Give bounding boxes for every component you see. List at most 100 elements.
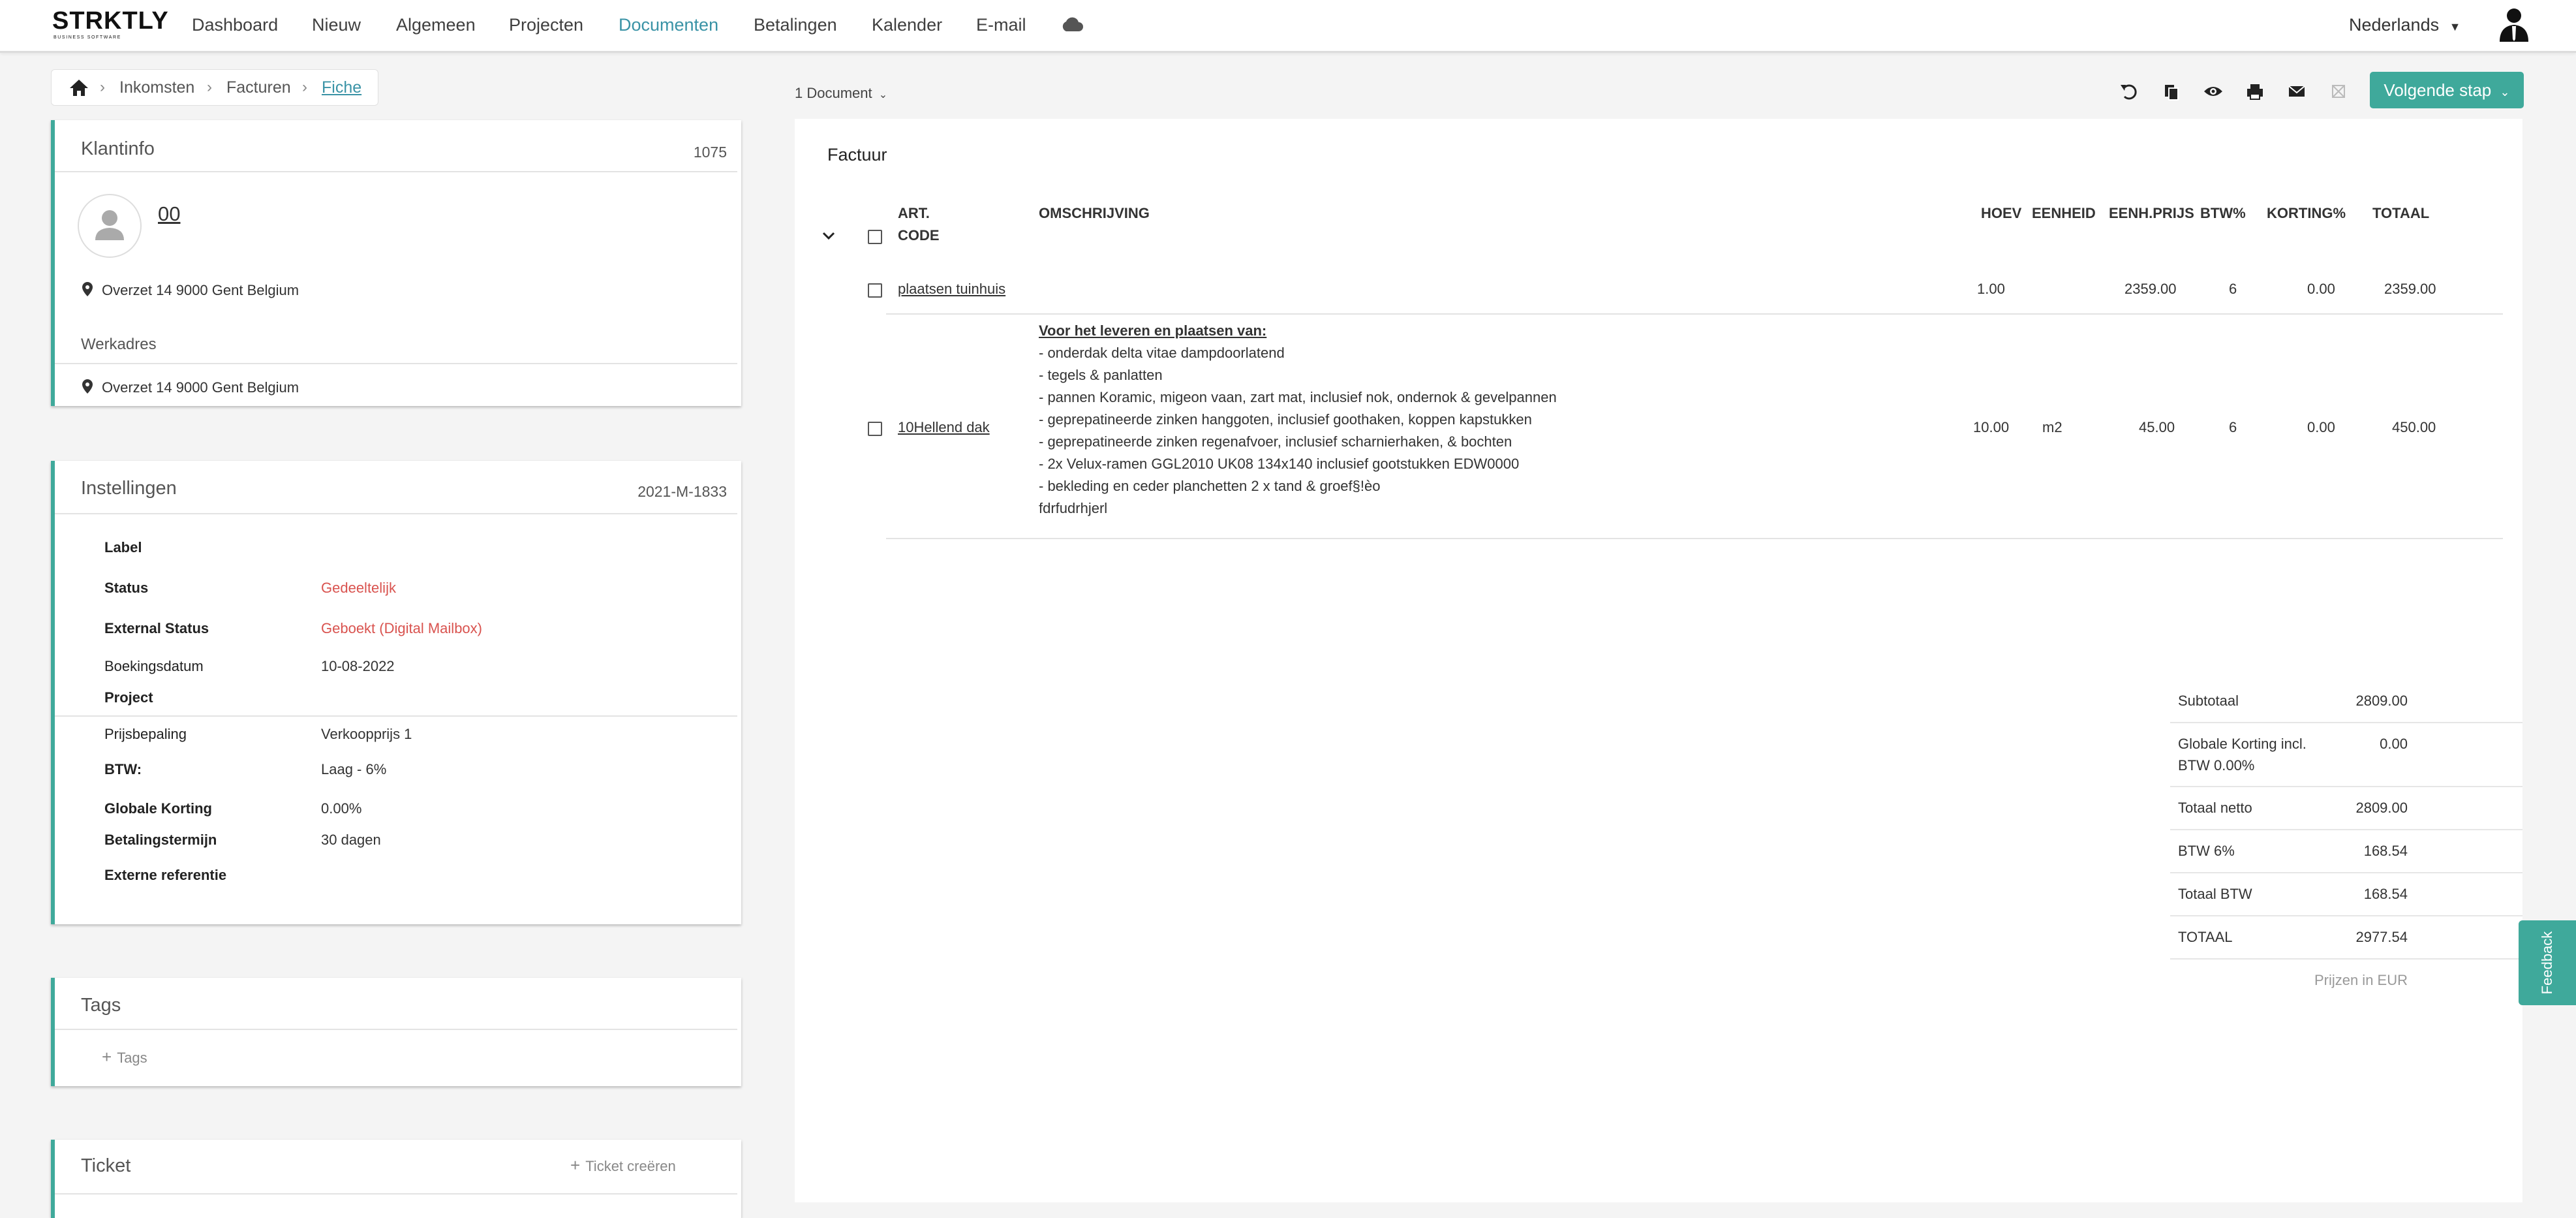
tags-title: Tags (81, 995, 121, 1016)
next-step-label: Volgende stap (2384, 80, 2492, 100)
breadcrumb-inkomsten[interactable]: Inkomsten (119, 78, 194, 97)
document-select-label: 1 Document (795, 85, 872, 101)
nav-algemeen[interactable]: Algemeen (396, 13, 476, 37)
korting-value: 0.00 (2380, 736, 2408, 752)
divider (2170, 915, 2522, 916)
korting-label-line2: BTW 0.00% (2178, 757, 2255, 773)
invoice-title: Factuur (827, 145, 887, 164)
nav-nieuw[interactable]: Nieuw (312, 13, 361, 37)
line-unit[interactable]: m2 (2042, 418, 2062, 437)
werkadres-address: Overzet 14 9000 Gent Belgium (102, 379, 299, 396)
setting-boekingsdatum-label: Boekingsdatum (104, 658, 204, 674)
chevron-down-icon: ⌄ (2500, 86, 2510, 99)
klantinfo-title: Klantinfo (81, 138, 155, 159)
line-vat[interactable]: 6 (2229, 418, 2237, 437)
add-tag-button[interactable]: + Tags (102, 1047, 147, 1067)
plus-icon: + (102, 1047, 112, 1067)
create-ticket-button[interactable]: + Ticket creëren (570, 1155, 676, 1176)
external-status-value[interactable]: Geboekt (Digital Mailbox) (321, 620, 482, 637)
setting-status-label: Status (104, 580, 149, 596)
line-unit-price[interactable]: 2359.00 (2124, 279, 2177, 299)
add-tag-label: Tags (117, 1050, 147, 1066)
create-ticket-label: Ticket creëren (585, 1158, 676, 1174)
prijsbepaling-value[interactable]: Verkoopprijs 1 (321, 726, 412, 743)
customer-avatar-icon (78, 194, 142, 258)
nav-documenten[interactable]: Documenten (619, 13, 718, 37)
line-description-line[interactable]: - bekleding en ceder planchetten 2 x tan… (1039, 475, 1380, 497)
select-all-checkbox[interactable] (868, 230, 882, 244)
invoice-number: 2021-M-1833 (637, 483, 727, 500)
line-qty[interactable]: 1.00 (1977, 279, 2005, 299)
col-unit-price: EENH.PRIJS (2109, 205, 2194, 221)
tags-panel: Tags + Tags (51, 978, 741, 1086)
line-description-heading[interactable]: Voor het leveren en plaatsen van: (1039, 320, 1266, 342)
btw-value[interactable]: Laag - 6% (321, 761, 386, 778)
col-code-line1: ART. (898, 205, 930, 221)
col-discount: KORTING% (2267, 205, 2346, 221)
totaal-value: 2977.54 (2355, 929, 2408, 945)
customer-name-link[interactable]: 00 (158, 202, 180, 226)
divider (55, 1029, 737, 1030)
email-icon[interactable] (2284, 78, 2310, 104)
home-icon[interactable] (69, 78, 89, 97)
breadcrumb-fiche[interactable]: Fiche (322, 78, 361, 97)
nav-kalender[interactable]: Kalender (872, 13, 942, 37)
invoice-document: Factuur ART. CODE OMSCHRIJVING HOEV EENH… (795, 119, 2522, 1202)
user-avatar-icon[interactable] (2498, 7, 2530, 43)
customer-address: Overzet 14 9000 Gent Belgium (102, 282, 299, 298)
language-select[interactable]: Nederlands ▼ (2349, 13, 2461, 37)
cloud-icon[interactable] (1060, 16, 1084, 33)
line-description-line[interactable]: fdrfudrhjerl (1039, 497, 1107, 520)
next-step-button[interactable]: Volgende stap ⌄ (2370, 72, 2524, 108)
setting-prijsbepaling-label: Prijsbepaling (104, 726, 187, 742)
line-code-link[interactable]: plaatsen tuinhuis (898, 279, 1005, 299)
document-select[interactable]: 1 Document ⌄ (795, 85, 887, 102)
chevron-down-icon: ▼ (2449, 20, 2461, 33)
line-description-line[interactable]: - pannen Koramic, migeon vaan, zart mat,… (1039, 386, 1557, 409)
line-code-link[interactable]: 10Hellend dak (898, 418, 990, 437)
line-unit-price[interactable]: 45.00 (2139, 418, 2175, 437)
line-discount[interactable]: 0.00 (2307, 279, 2335, 299)
globale-korting-value[interactable]: 0.00% (321, 800, 361, 817)
line-qty[interactable]: 10.00 (1973, 418, 2009, 437)
betalingstermijn-value[interactable]: 30 dagen (321, 832, 381, 849)
line-description-line[interactable]: - geprepatineerde zinken hanggoten, incl… (1039, 409, 1532, 431)
divider (2170, 872, 2522, 873)
setting-btw-label: BTW: (104, 761, 142, 777)
col-unit: EENHEID (2032, 205, 2096, 221)
line-description-line[interactable]: - tegels & panlatten (1039, 364, 1163, 386)
nav-email[interactable]: E-mail (976, 13, 1026, 37)
brand-logo[interactable]: STRKTLY BUSINESS SOFTWARE (52, 8, 168, 40)
line-checkbox[interactable] (868, 422, 882, 436)
nav-projecten[interactable]: Projecten (509, 13, 583, 37)
divider (55, 715, 737, 717)
divider (55, 171, 737, 172)
undo-icon[interactable] (2117, 78, 2143, 104)
divider (55, 1193, 737, 1195)
nav-betalingen[interactable]: Betalingen (754, 13, 837, 37)
chevron-down-icon: ⌄ (878, 89, 888, 101)
divider (55, 363, 737, 364)
expand-icon[interactable] (2325, 78, 2352, 104)
subtotaal-label: Subtotaal (2178, 693, 2239, 709)
line-checkbox[interactable] (868, 283, 882, 298)
btw6-value: 168.54 (2363, 843, 2408, 859)
print-icon[interactable] (2242, 78, 2268, 104)
row-divider (886, 313, 2503, 315)
col-code-line2: CODE (898, 227, 940, 243)
feedback-tab[interactable]: Feedback (2519, 920, 2576, 1005)
nav-dashboard[interactable]: Dashboard (192, 13, 278, 37)
breadcrumb-facturen[interactable]: Facturen (226, 78, 291, 97)
line-description-line[interactable]: - geprepatineerde zinken regenafvoer, in… (1039, 431, 1512, 453)
line-description-line[interactable]: - onderdak delta vitae dampdoorlatend (1039, 342, 1285, 364)
line-discount[interactable]: 0.00 (2307, 418, 2335, 437)
eye-icon[interactable] (2200, 78, 2226, 104)
divider (2170, 829, 2522, 830)
collapse-chevron-icon[interactable] (821, 230, 836, 242)
line-vat[interactable]: 6 (2229, 279, 2237, 299)
klantinfo-panel: Klantinfo 1075 00 Overzet 14 9000 Gent B… (51, 120, 741, 406)
line-description-line[interactable]: - 2x Velux-ramen GGL2010 UK08 134x140 in… (1039, 453, 1519, 475)
copy-icon[interactable] (2158, 78, 2185, 104)
status-value[interactable]: Gedeeltelijk (321, 580, 396, 597)
boekingsdatum-value[interactable]: 10-08-2022 (321, 658, 395, 675)
